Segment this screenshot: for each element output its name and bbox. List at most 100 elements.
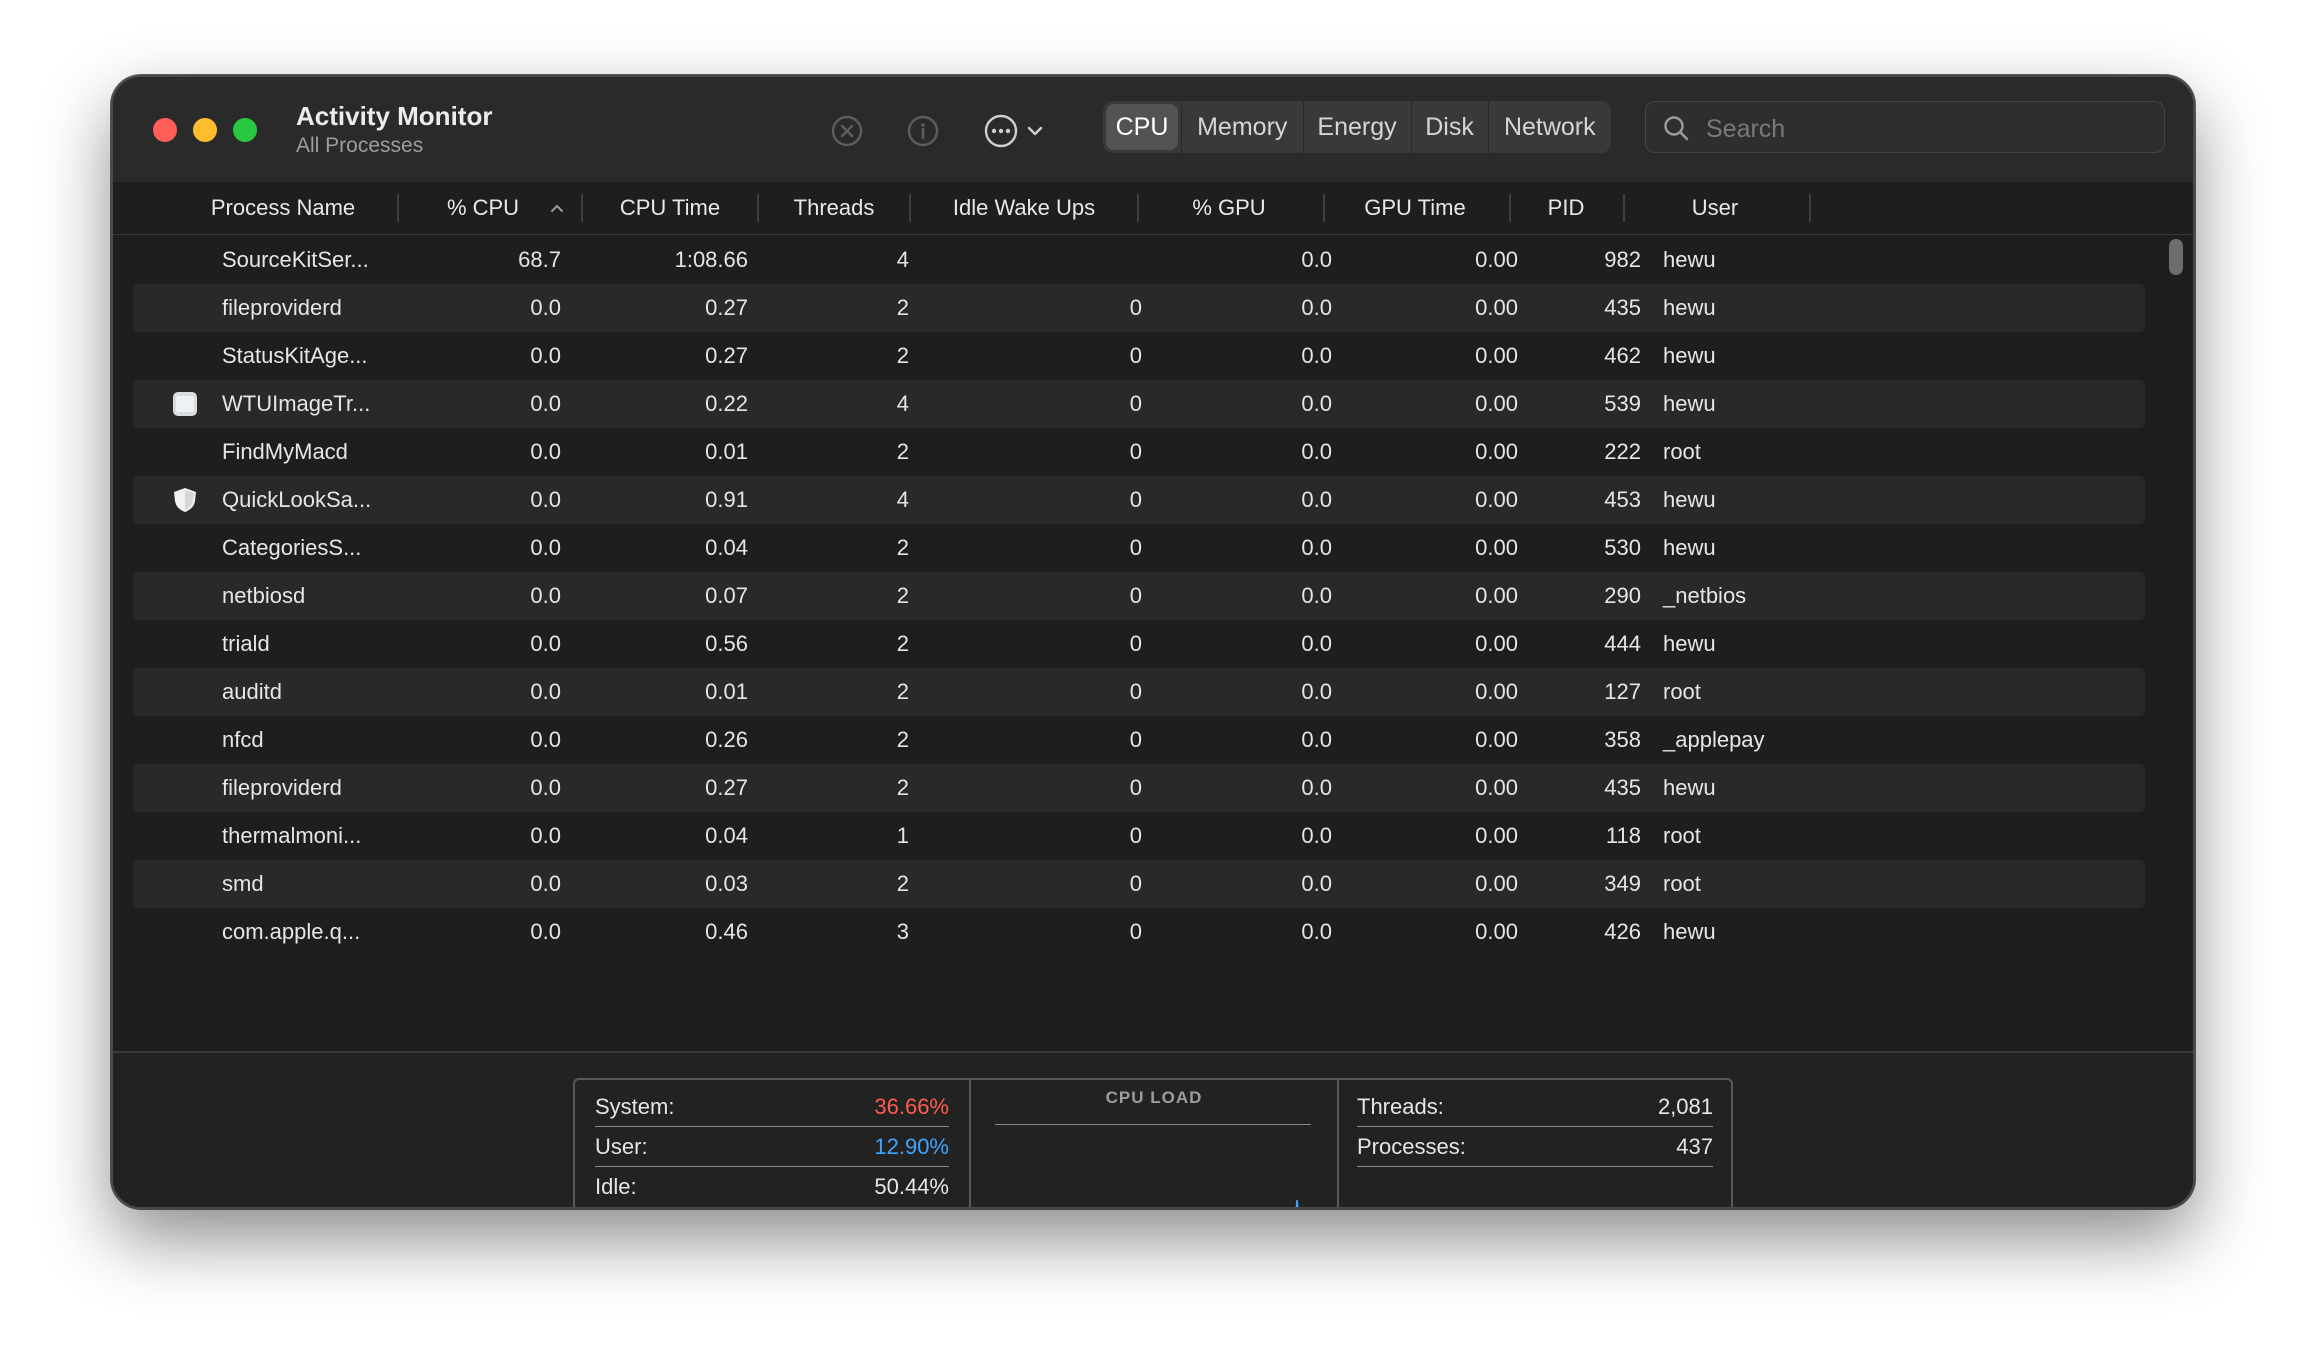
table-row[interactable]: fileproviderd 0.0 0.27 2 0 0.0 0.00 435 hewu	[133, 284, 2145, 332]
cpu-percent-cell: 0.0	[530, 919, 561, 944]
cpu-time-cell: 0.27	[705, 775, 748, 800]
app-title: Activity Monitor	[296, 101, 493, 131]
gpu-percent-cell: 0.0	[1301, 583, 1332, 608]
table-row[interactable]: SourceKitSer... 68.7 1:08.66 4 0.0 0.00 982 hew…	[133, 236, 2145, 284]
table-row[interactable]: thermalmoni... 0.0 0.04 1 0 0.0 0.00 118 root	[133, 812, 2145, 860]
column-idle-wake-ups[interactable]: Idle Wake Ups	[911, 182, 1137, 234]
table-row[interactable]: triald 0.0 0.56 2 0 0.0 0.00 444 hewu	[133, 620, 2145, 668]
idle-wake-ups-cell: 0	[1129, 439, 1142, 464]
cpu-percent-cell: 0.0	[530, 631, 561, 656]
cpu-percent-cell: 68.7	[518, 247, 561, 272]
column-cpu-time[interactable]: CPU Time	[583, 182, 757, 234]
gpu-time-cell: 0.00	[1475, 583, 1518, 608]
search-placeholder: Search	[1706, 115, 1786, 143]
search-icon	[1664, 116, 1689, 141]
column-gpu-time[interactable]: GPU Time	[1325, 182, 1505, 234]
close-window-button[interactable]	[153, 118, 177, 142]
gpu-percent-cell: 0.0	[1301, 391, 1332, 416]
gpu-percent-cell: 0.0	[1301, 871, 1332, 896]
process-table: SourceKitSer... 68.7 1:08.66 4 0.0 0.00 982 hew…	[113, 235, 2193, 1051]
cpu-time-cell: 0.04	[705, 823, 748, 848]
threads-cell: 4	[896, 247, 909, 272]
column-header-row: Process Name % CPU CPU Time Threads Idle…	[113, 182, 2193, 235]
cpu-load-title: CPU LOAD	[1105, 1088, 1203, 1107]
process-name-cell: FindMyMacd	[222, 439, 348, 464]
gpu-time-cell: 0.00	[1475, 295, 1518, 320]
table-row[interactable]: nfcd 0.0 0.26 2 0 0.0 0.00 358 _applepay	[133, 716, 2145, 764]
cpu-time-cell: 0.56	[705, 631, 748, 656]
idle-wake-ups-cell: 0	[1129, 823, 1142, 848]
table-row[interactable]: netbiosd 0.0 0.07 2 0 0.0 0.00 290 _netbios	[133, 572, 2145, 620]
gpu-time-cell: 0.00	[1475, 727, 1518, 752]
cpu-percent-cell: 0.0	[530, 535, 561, 560]
process-name-cell: fileproviderd	[222, 775, 342, 800]
stat-processes: Processes: 437	[1357, 1128, 1713, 1166]
pid-cell: 982	[1604, 247, 1641, 272]
column-process-name[interactable]: Process Name	[173, 182, 393, 234]
process-name-cell: auditd	[222, 679, 282, 704]
table-row[interactable]: WTUImageTr... 0.0 0.22 4 0 0.0 0.00 539 hewu	[133, 380, 2145, 428]
tab-disk[interactable]: Disk	[1410, 101, 1488, 153]
cpu-time-cell: 0.22	[705, 391, 748, 416]
table-row[interactable]: StatusKitAge... 0.0 0.27 2 0 0.0 0.00 462 hewu	[133, 332, 2145, 380]
column-pid[interactable]: PID	[1511, 182, 1621, 234]
table-row[interactable]: fileproviderd 0.0 0.27 2 0 0.0 0.00 435 hewu	[133, 764, 2145, 812]
threads-cell: 2	[896, 295, 909, 320]
system-value: 36.66%	[874, 1094, 949, 1119]
gpu-percent-cell: 0.0	[1301, 247, 1332, 272]
stop-process-button[interactable]	[827, 111, 867, 151]
minimize-window-button[interactable]	[193, 118, 217, 142]
close-circle-icon	[831, 115, 863, 147]
threads-cell: 1	[896, 823, 909, 848]
gpu-percent-cell: 0.0	[1301, 727, 1332, 752]
ellipsis-circle-icon	[984, 114, 1043, 148]
cpu-percent-cell: 0.0	[530, 487, 561, 512]
table-row[interactable]: smd 0.0 0.03 2 0 0.0 0.00 349 root	[133, 860, 2145, 908]
user-cell: hewu	[1663, 487, 1716, 512]
threads-cell: 4	[896, 391, 909, 416]
gpu-time-cell: 0.00	[1475, 631, 1518, 656]
threads-cell: 2	[896, 727, 909, 752]
cpu-time-cell: 0.27	[705, 295, 748, 320]
tab-network[interactable]: Network	[1487, 101, 1611, 153]
table-row[interactable]: com.apple.q... 0.0 0.46 3 0 0.0 0.00 426 hewu	[133, 908, 2145, 956]
table-row[interactable]: QuickLookSa... 0.0 0.91 4 0 0.0 0.00 453 hewu	[133, 476, 2145, 524]
process-name-cell: nfcd	[222, 727, 264, 752]
gpu-percent-cell: 0.0	[1301, 679, 1332, 704]
pid-cell: 435	[1604, 295, 1641, 320]
column-cpu-percent[interactable]: % CPU	[403, 182, 563, 234]
tab-energy[interactable]: Energy	[1302, 101, 1411, 153]
pid-cell: 290	[1604, 583, 1641, 608]
table-row[interactable]: CategoriesS... 0.0 0.04 2 0 0.0 0.00 530 hewu	[133, 524, 2145, 572]
shield-icon	[174, 488, 196, 512]
pid-cell: 426	[1604, 919, 1641, 944]
table-scrollbar[interactable]	[2169, 239, 2183, 275]
idle-wake-ups-cell: 0	[1129, 343, 1142, 368]
table-row[interactable]: auditd 0.0 0.01 2 0 0.0 0.00 127 root	[133, 668, 2145, 716]
search-field[interactable]: Search	[1645, 101, 2165, 153]
gpu-time-cell: 0.00	[1475, 439, 1518, 464]
process-name-cell: thermalmoni...	[222, 823, 362, 848]
tab-cpu[interactable]: CPU	[1106, 104, 1178, 150]
idle-wake-ups-cell: 0	[1129, 679, 1142, 704]
process-name-cell: StatusKitAge...	[222, 343, 368, 368]
zoom-window-button[interactable]	[233, 118, 257, 142]
threads-cell: 2	[896, 679, 909, 704]
user-cell: hewu	[1663, 247, 1716, 272]
column-user[interactable]: User	[1625, 182, 1805, 234]
inspect-process-button[interactable]	[903, 111, 943, 151]
more-actions-menu[interactable]	[983, 111, 1053, 151]
stat-user: User: 12.90%	[595, 1128, 949, 1166]
cpu-load-user-series	[1295, 1199, 1299, 1207]
table-row[interactable]: FindMyMacd 0.0 0.01 2 0 0.0 0.00 222 root	[133, 428, 2145, 476]
column-threads[interactable]: Threads	[759, 182, 909, 234]
gpu-time-cell: 0.00	[1475, 679, 1518, 704]
sort-ascending-icon	[551, 205, 563, 212]
tab-memory[interactable]: Memory	[1181, 101, 1303, 153]
process-name-cell: netbiosd	[222, 583, 306, 608]
cpu-percent-cell: 0.0	[530, 439, 561, 464]
cpu-summary-footer: System: 36.66% User: 12.90% Idle: 50.44%…	[113, 1051, 2193, 1207]
pid-cell: 435	[1604, 775, 1641, 800]
app-window-icon	[173, 392, 197, 416]
column-gpu-percent[interactable]: % GPU	[1139, 182, 1319, 234]
